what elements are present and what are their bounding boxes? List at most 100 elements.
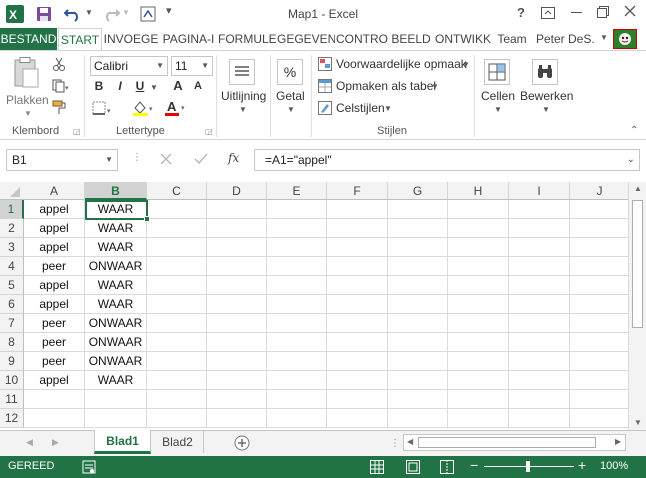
- grid-cell[interactable]: [267, 371, 327, 390]
- column-header[interactable]: G: [388, 182, 448, 200]
- row-header[interactable]: 10: [0, 371, 24, 390]
- grid-cell[interactable]: peer: [24, 257, 85, 276]
- grid-cell[interactable]: [448, 219, 509, 238]
- grid-cell[interactable]: [448, 333, 509, 352]
- grid-cell[interactable]: appel: [24, 295, 85, 314]
- grid-cell[interactable]: [509, 314, 570, 333]
- grid-cell[interactable]: [147, 276, 207, 295]
- format-as-table-button[interactable]: Opmaken als tabel: [336, 79, 436, 93]
- font-launcher-icon[interactable]: ◲: [205, 127, 213, 136]
- underline-button[interactable]: U: [134, 79, 146, 93]
- grid-cell[interactable]: [147, 409, 207, 428]
- grid-cell[interactable]: peer: [24, 352, 85, 371]
- conditional-format-button[interactable]: Voorwaardelijke opmaak: [336, 57, 467, 71]
- grid-cell[interactable]: [327, 238, 388, 257]
- grid-cell[interactable]: [147, 333, 207, 352]
- grid-cell[interactable]: [388, 371, 448, 390]
- worksheet-grid[interactable]: ABCDEFGHIJ 1 2 3 4 5 6 7 8 9 10 11 12 appel WAAR appe…: [0, 182, 646, 430]
- fill-color-icon[interactable]: ▾: [132, 99, 156, 117]
- cell-styles-button[interactable]: Celstijlen: [336, 101, 385, 115]
- column-header[interactable]: H: [448, 182, 509, 200]
- grid-cell[interactable]: [388, 219, 448, 238]
- grid-cell[interactable]: [267, 200, 327, 219]
- tab-team[interactable]: Team: [493, 28, 531, 50]
- grid-cell[interactable]: [327, 352, 388, 371]
- row-header[interactable]: 5: [0, 276, 24, 295]
- paste-icon[interactable]: [12, 57, 40, 89]
- avatar[interactable]: [613, 29, 637, 49]
- tab-pagina-indeling[interactable]: PAGINA-I: [160, 28, 217, 50]
- grid-cell[interactable]: [207, 219, 267, 238]
- conditional-format-icon[interactable]: [318, 57, 332, 71]
- row-header[interactable]: 11: [0, 390, 24, 409]
- grid-cell[interactable]: ONWAAR: [85, 352, 147, 371]
- grid-cell[interactable]: [327, 219, 388, 238]
- grid-cell[interactable]: [267, 314, 327, 333]
- tab-formules[interactable]: FORMULE: [218, 28, 276, 50]
- number-label[interactable]: Getal: [276, 89, 305, 103]
- grid-cell[interactable]: [207, 276, 267, 295]
- tab-gegevens[interactable]: GEGEVEN: [277, 28, 335, 50]
- grid-cell[interactable]: appel: [24, 219, 85, 238]
- confirm-entry-icon[interactable]: [194, 153, 208, 165]
- grid-cell[interactable]: [147, 200, 207, 219]
- grid-cell[interactable]: [509, 333, 570, 352]
- italic-button[interactable]: I: [114, 79, 126, 93]
- grid-cell[interactable]: [267, 390, 327, 409]
- grid-cell[interactable]: [267, 333, 327, 352]
- grid-cell[interactable]: [207, 390, 267, 409]
- grid-cell[interactable]: [388, 390, 448, 409]
- grid-cell[interactable]: [570, 295, 630, 314]
- grid-cell[interactable]: appel: [24, 200, 85, 219]
- minimize-icon[interactable]: [571, 12, 582, 13]
- grid-cell[interactable]: WAAR: [85, 219, 147, 238]
- grid-cell[interactable]: [85, 390, 147, 409]
- grid-cell[interactable]: [509, 257, 570, 276]
- formula-bar-grip-icon[interactable]: ⋮: [132, 152, 142, 163]
- tab-beeld[interactable]: BEELD: [389, 28, 433, 50]
- scroll-up-icon[interactable]: ▲: [634, 184, 642, 193]
- select-all-corner[interactable]: [0, 182, 25, 200]
- grid-cell[interactable]: appel: [24, 371, 85, 390]
- borders-icon[interactable]: ▾: [92, 101, 114, 117]
- grid-cell[interactable]: [448, 200, 509, 219]
- help-button[interactable]: ?: [517, 5, 525, 20]
- column-header[interactable]: J: [570, 182, 630, 200]
- grid-cell[interactable]: [448, 371, 509, 390]
- column-header[interactable]: C: [147, 182, 207, 200]
- edit-dropdown-icon[interactable]: ▼: [542, 105, 550, 114]
- grid-cell[interactable]: [509, 238, 570, 257]
- macro-record-icon[interactable]: [82, 460, 96, 474]
- grid-cell[interactable]: [327, 333, 388, 352]
- grid-cell[interactable]: [448, 295, 509, 314]
- grid-cell[interactable]: [327, 295, 388, 314]
- grid-cell[interactable]: [267, 352, 327, 371]
- grid-cell[interactable]: ONWAAR: [85, 257, 147, 276]
- underline-dropdown-icon[interactable]: ▼: [150, 83, 158, 92]
- grid-cell[interactable]: peer: [24, 314, 85, 333]
- grid-cell[interactable]: [570, 238, 630, 257]
- grid-cell[interactable]: [388, 333, 448, 352]
- quick-access-extra-icon[interactable]: [140, 6, 156, 22]
- column-header[interactable]: I: [509, 182, 570, 200]
- grid-cell[interactable]: [327, 200, 388, 219]
- column-header[interactable]: D: [207, 182, 267, 200]
- close-icon[interactable]: [624, 5, 636, 17]
- grid-cell[interactable]: [207, 409, 267, 428]
- grid-cell[interactable]: [207, 238, 267, 257]
- grid-cell[interactable]: [267, 276, 327, 295]
- grid-cell[interactable]: [267, 219, 327, 238]
- tab-invoegen[interactable]: INVOEGE: [103, 28, 159, 50]
- ribbon-display-options-icon[interactable]: [541, 7, 555, 19]
- grid-cell[interactable]: WAAR: [85, 371, 147, 390]
- row-header[interactable]: 2: [0, 219, 24, 238]
- expand-formula-bar-icon[interactable]: ⌄: [627, 150, 635, 170]
- grid-cell[interactable]: [570, 200, 630, 219]
- number-format-icon[interactable]: %: [277, 59, 303, 85]
- grid-cell[interactable]: ONWAAR: [85, 333, 147, 352]
- format-painter-icon[interactable]: [52, 99, 68, 115]
- decrease-font-button[interactable]: A: [192, 80, 204, 92]
- grid-cell[interactable]: [570, 333, 630, 352]
- grid-cell[interactable]: [267, 238, 327, 257]
- font-name-combo[interactable]: Calibri ▼: [90, 56, 168, 76]
